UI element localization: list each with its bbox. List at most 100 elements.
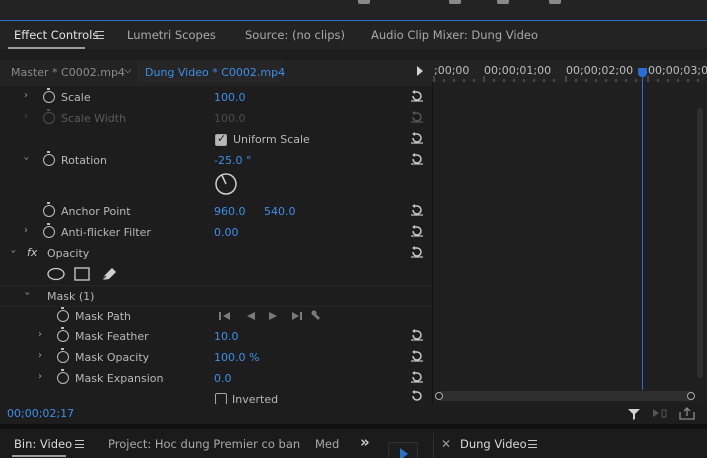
vertical-scrollbar[interactable] <box>697 108 703 378</box>
mask-group-label[interactable]: Mask (1) <box>47 290 94 303</box>
effect-timeline[interactable] <box>432 60 707 424</box>
reset-icon[interactable] <box>410 350 424 362</box>
ellipse-mask-icon[interactable] <box>46 267 66 281</box>
rotation-value[interactable]: -25.0 ° <box>214 154 251 167</box>
panel-menu-icon[interactable] <box>528 440 537 448</box>
reset-icon[interactable] <box>410 246 424 258</box>
property-label: Mask Opacity <box>75 351 150 364</box>
chevron-right-icon[interactable]: › <box>38 371 42 382</box>
play-audio-icon[interactable] <box>652 407 668 420</box>
menu-fragment <box>358 0 370 4</box>
property-row-mask-opacity: › Mask Opacity 100.0 % <box>0 347 432 368</box>
sequence-clip-label[interactable]: Dung Video * C0002.mp4 <box>138 60 285 82</box>
menu-fragment <box>549 0 561 4</box>
property-row-uniform-scale: ✓ Uniform Scale <box>0 129 432 150</box>
tab-source[interactable]: Source: (no clips) <box>245 28 345 42</box>
reset-icon[interactable] <box>410 204 424 216</box>
effect-label: Opacity <box>47 247 90 260</box>
fx-icon[interactable]: fx <box>27 246 37 259</box>
property-label: Scale Width <box>61 112 127 125</box>
stopwatch-icon <box>43 109 55 124</box>
property-label: Anti-flicker Filter <box>61 226 151 239</box>
property-row-scale: › Scale 100.0 <box>0 87 432 108</box>
stopwatch-icon[interactable] <box>57 327 69 342</box>
close-icon[interactable]: ✕ <box>441 437 451 451</box>
reset-icon[interactable] <box>410 371 424 383</box>
chevron-down-icon[interactable]: › <box>22 292 33 296</box>
mask-expansion-value[interactable]: 0.0 <box>214 372 232 385</box>
property-row-mask-feather: › Mask Feather 10.0 <box>0 326 432 347</box>
chevron-down-icon[interactable]: ⌵ <box>124 65 132 76</box>
property-row-scale-width: › Scale Width 100.0 <box>0 108 432 129</box>
tab-project[interactable]: Project: Hoc dung Premier co ban <box>108 437 300 451</box>
property-row-inverted: Inverted <box>0 389 432 404</box>
tab-media-browser[interactable]: Med <box>315 437 339 451</box>
property-label: Scale <box>61 91 91 104</box>
chevron-right-icon[interactable]: › <box>24 225 28 236</box>
chevron-right-icon[interactable]: › <box>24 90 28 101</box>
reset-icon[interactable] <box>410 225 424 237</box>
tab-effect-controls[interactable]: Effect Controls <box>14 28 98 42</box>
reset-icon[interactable] <box>410 132 424 144</box>
panel-menu-icon[interactable] <box>75 440 84 448</box>
reset-icon[interactable] <box>410 90 424 102</box>
panel-menu-icon[interactable] <box>95 31 104 39</box>
mask-opacity-value[interactable]: 100.0 % <box>214 351 259 364</box>
menu-fragment <box>497 0 509 4</box>
tab-audio-clip-mixer[interactable]: Audio Clip Mixer: Dung Video <box>371 28 538 42</box>
play-only-audio-icon[interactable] <box>417 66 423 76</box>
stopwatch-icon[interactable] <box>57 369 69 384</box>
stopwatch-icon[interactable] <box>43 202 55 217</box>
tab-sequence[interactable]: Dung Video <box>460 437 527 451</box>
selection-tool-icon[interactable] <box>388 442 418 458</box>
reset-icon[interactable] <box>410 329 424 341</box>
filter-icon[interactable] <box>627 407 641 421</box>
property-label: Mask Path <box>75 310 131 323</box>
effect-row-opacity: › fx Opacity <box>0 243 432 264</box>
inverted-checkbox[interactable] <box>215 393 227 404</box>
stopwatch-icon[interactable] <box>43 88 55 103</box>
chevron-right-icon[interactable]: › <box>38 350 42 361</box>
reset-icon <box>411 111 423 123</box>
stopwatch-icon[interactable] <box>43 223 55 238</box>
anti-flicker-value[interactable]: 0.00 <box>214 226 239 239</box>
mask-tools-row <box>0 264 432 285</box>
stopwatch-icon[interactable] <box>43 151 55 166</box>
stopwatch-icon[interactable] <box>57 348 69 363</box>
rotation-dial[interactable] <box>214 172 238 196</box>
property-row-mask-path: Mask Path <box>0 306 432 327</box>
panel-divider <box>433 433 434 458</box>
zoom-handle-left[interactable] <box>435 392 443 400</box>
chevron-down-icon[interactable]: › <box>8 250 19 254</box>
anchor-x-value[interactable]: 960.0 <box>214 205 246 218</box>
property-label: Mask Expansion <box>75 372 164 385</box>
property-row-anti-flicker: › Anti-flicker Filter 0.00 <box>0 222 432 243</box>
master-clip-label[interactable]: Master * C0002.mp4 <box>11 66 125 79</box>
scale-value[interactable]: 100.0 <box>214 91 246 104</box>
zoom-handle-right[interactable] <box>687 392 695 400</box>
playhead-handle[interactable] <box>638 68 647 77</box>
panel-footer: 00;00;02;17 <box>0 404 707 424</box>
playhead-line[interactable] <box>642 76 643 390</box>
chevron-down-icon[interactable]: › <box>21 157 32 161</box>
uniform-scale-checkbox[interactable]: ✓ <box>215 132 227 146</box>
time-ruler[interactable]: ;00;00 00;00;01;00 00;00;02;00 00;00;03;… <box>432 60 707 82</box>
rectangle-mask-icon[interactable] <box>74 267 90 281</box>
mask-feather-value[interactable]: 10.0 <box>214 330 239 343</box>
current-timecode[interactable]: 00;00;02;17 <box>7 407 74 420</box>
chevron-right-icon[interactable]: › <box>38 329 42 340</box>
property-row-mask-expansion: › Mask Expansion 0.0 <box>0 368 432 389</box>
reset-icon[interactable] <box>410 153 424 165</box>
tab-bin-video[interactable]: Bin: Video <box>14 437 72 451</box>
pen-mask-icon[interactable] <box>100 266 118 282</box>
reset-icon[interactable] <box>410 390 424 402</box>
tab-overflow-icon[interactable]: » <box>360 433 370 451</box>
anchor-y-value[interactable]: 540.0 <box>264 205 296 218</box>
tab-lumetri-scopes[interactable]: Lumetri Scopes <box>127 28 216 42</box>
stopwatch-icon[interactable] <box>57 307 69 322</box>
checkbox-label: Inverted <box>232 393 279 404</box>
export-icon[interactable] <box>679 406 695 420</box>
property-row-anchor-point: Anchor Point 960.0 540.0 <box>0 201 432 222</box>
horizontal-zoom-scrollbar[interactable] <box>435 391 695 401</box>
ruler-ticks <box>433 76 699 82</box>
